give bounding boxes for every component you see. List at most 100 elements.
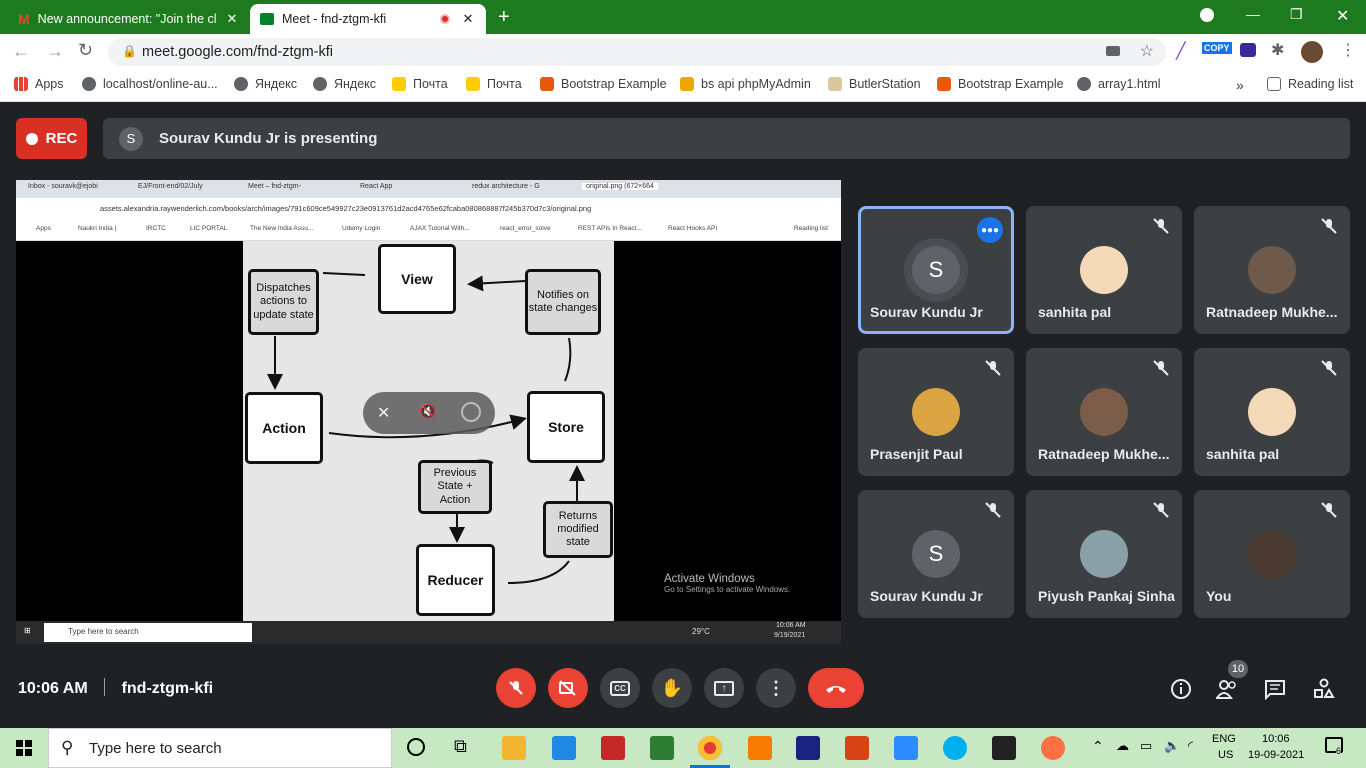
chrome-icon[interactable] <box>698 736 722 760</box>
bookmarks-bar: Apps localhost/online-au... Яндекс Яндек… <box>0 70 1366 102</box>
star-icon[interactable]: ☆ <box>1140 41 1154 61</box>
windows-start-icon[interactable] <box>16 740 32 756</box>
amazon-music-icon[interactable] <box>796 736 820 760</box>
chat-icon[interactable] <box>1264 678 1286 700</box>
bookmark-yandex-2[interactable]: Яндекс <box>313 77 376 91</box>
raise-hand-button[interactable]: ✋ <box>652 668 692 708</box>
shared-tab-active: original.png (672×664 <box>582 183 658 190</box>
bookmark-label: Почта <box>413 77 448 91</box>
bookmark-localhost[interactable]: localhost/online-au... <box>82 77 218 91</box>
more-options-button[interactable]: ⋮ <box>756 668 796 708</box>
bookmark-phpmyadmin[interactable]: bs api phpMyAdmin <box>680 77 811 91</box>
participant-tile[interactable]: You <box>1194 490 1350 618</box>
activities-icon[interactable] <box>1313 678 1335 700</box>
captions-button[interactable]: CC <box>600 668 640 708</box>
bookmark-array1[interactable]: array1.html <box>1077 77 1161 91</box>
reading-list[interactable]: Reading list <box>1267 77 1353 91</box>
present-button[interactable]: ↑ <box>704 668 744 708</box>
mic-toggle-button[interactable] <box>496 668 536 708</box>
zoom-icon[interactable] <box>894 736 918 760</box>
tab-meet[interactable]: Meet - fnd-ztgm-kfi ✕ <box>250 4 486 34</box>
language-indicator[interactable]: ENG <box>1212 733 1236 745</box>
hang-up-icon <box>826 686 846 693</box>
chevron-up-icon[interactable]: ⌃ <box>1092 738 1104 755</box>
restore-icon[interactable]: ❐ <box>1290 6 1303 23</box>
sublime-text-icon[interactable] <box>748 736 772 760</box>
filezilla-icon[interactable] <box>601 736 625 760</box>
participant-tile[interactable]: S Sourav Kundu Jr <box>858 490 1014 618</box>
notepad-icon[interactable] <box>650 736 674 760</box>
bookmark-mail-2[interactable]: Почта <box>466 77 522 91</box>
vscode-icon[interactable] <box>552 736 576 760</box>
bookmarks-more[interactable]: » <box>1236 77 1244 93</box>
pin-off-icon[interactable]: ✕ <box>377 403 390 423</box>
camera-toggle-button[interactable] <box>548 668 588 708</box>
volume-icon[interactable]: 🔈 <box>1164 738 1180 754</box>
remove-icon[interactable] <box>461 402 481 422</box>
participant-tile[interactable]: Prasenjit Paul <box>858 348 1014 476</box>
address-bar[interactable]: 🔒 meet.google.com/fnd-ztgm-kfi ☆ <box>108 38 1166 66</box>
mic-off-icon <box>1153 502 1169 518</box>
volume-mute-icon[interactable]: 🔇 <box>419 403 436 420</box>
participant-tile[interactable]: sanhita pal <box>1026 206 1182 334</box>
participant-name: sanhita pal <box>1206 446 1280 462</box>
gmail-icon: M <box>18 11 30 27</box>
close-icon[interactable]: ✕ <box>224 11 240 27</box>
end-call-button[interactable] <box>808 668 864 708</box>
task-view-icon[interactable]: ⧉ <box>454 736 467 757</box>
profile-avatar[interactable] <box>1301 41 1323 63</box>
shared-bookmark: React Hooks API <box>668 225 718 232</box>
participant-tile[interactable]: Ratnadeep Mukhe... <box>1026 348 1182 476</box>
camera-off-icon <box>559 680 576 696</box>
diagram-dispatches-note: Dispatches actions to update state <box>248 269 319 335</box>
firefox-icon[interactable] <box>1041 736 1065 760</box>
extensions-icon[interactable]: ✱ <box>1271 40 1284 60</box>
copy-extension-icon[interactable]: COPY <box>1202 42 1232 54</box>
recording-badge[interactable]: REC <box>16 118 87 159</box>
office-icon[interactable] <box>845 736 869 760</box>
pen-extension-icon[interactable]: ╱ <box>1176 41 1186 61</box>
screen-extension-icon[interactable] <box>1240 43 1256 57</box>
shared-time: 10:06 AM <box>776 622 806 629</box>
camera-icon[interactable] <box>1106 46 1120 56</box>
minimize-icon[interactable]: — <box>1246 6 1260 22</box>
tab-search-icon[interactable] <box>1200 8 1214 22</box>
info-icon[interactable] <box>1170 678 1192 700</box>
close-icon[interactable]: ✕ <box>460 11 476 27</box>
bookmark-bootstrap-2[interactable]: Bootstrap Example <box>937 77 1064 91</box>
participant-tile[interactable]: Piyush Pankaj Sinha <box>1026 490 1182 618</box>
cortana-icon[interactable] <box>407 738 425 756</box>
mail-icon <box>392 77 406 91</box>
tab-gmail[interactable]: M New announcement: "Join the cl ✕ <box>8 4 250 34</box>
back-icon[interactable]: ← <box>12 41 30 62</box>
clock-time[interactable]: 10:06 <box>1262 733 1290 745</box>
forward-icon[interactable]: → <box>46 41 64 62</box>
people-icon[interactable] <box>1216 678 1238 700</box>
skype-icon[interactable] <box>943 736 967 760</box>
terminal-icon[interactable] <box>992 736 1016 760</box>
bookmark-butlerstation[interactable]: ButlerStation <box>828 77 921 91</box>
bookmark-apps[interactable]: Apps <box>14 77 64 91</box>
participant-tile[interactable]: ●●● S Sourav Kundu Jr <box>858 206 1014 334</box>
menu-icon[interactable]: ⋮ <box>1340 40 1356 60</box>
globe-icon <box>82 77 96 91</box>
taskbar-search-input[interactable]: ⚲ Type here to search <box>48 728 392 768</box>
avatar <box>1248 246 1296 294</box>
reload-icon[interactable]: ↻ <box>78 40 93 61</box>
bookmark-yandex-1[interactable]: Яндекс <box>234 77 297 91</box>
presenting-text: Sourav Kundu Jr is presenting <box>159 130 378 147</box>
new-tab-icon[interactable]: + <box>498 6 510 29</box>
wifi-icon[interactable]: ◜ <box>1188 738 1193 754</box>
bookmark-bootstrap-1[interactable]: Bootstrap Example <box>540 77 667 91</box>
file-explorer-icon[interactable] <box>502 736 526 760</box>
onedrive-icon[interactable]: ☁ <box>1116 738 1129 754</box>
network-icon[interactable]: ▭ <box>1140 738 1152 754</box>
close-window-icon[interactable]: ✕ <box>1336 6 1349 26</box>
bookmark-mail-1[interactable]: Почта <box>392 77 448 91</box>
activate-title: Activate Windows <box>664 573 755 585</box>
mic-off-icon <box>985 502 1001 518</box>
participant-tile[interactable]: sanhita pal <box>1194 348 1350 476</box>
participant-tile[interactable]: Ratnadeep Mukhe... <box>1194 206 1350 334</box>
mic-off-icon <box>1321 360 1337 376</box>
mic-off-icon <box>1153 218 1169 234</box>
